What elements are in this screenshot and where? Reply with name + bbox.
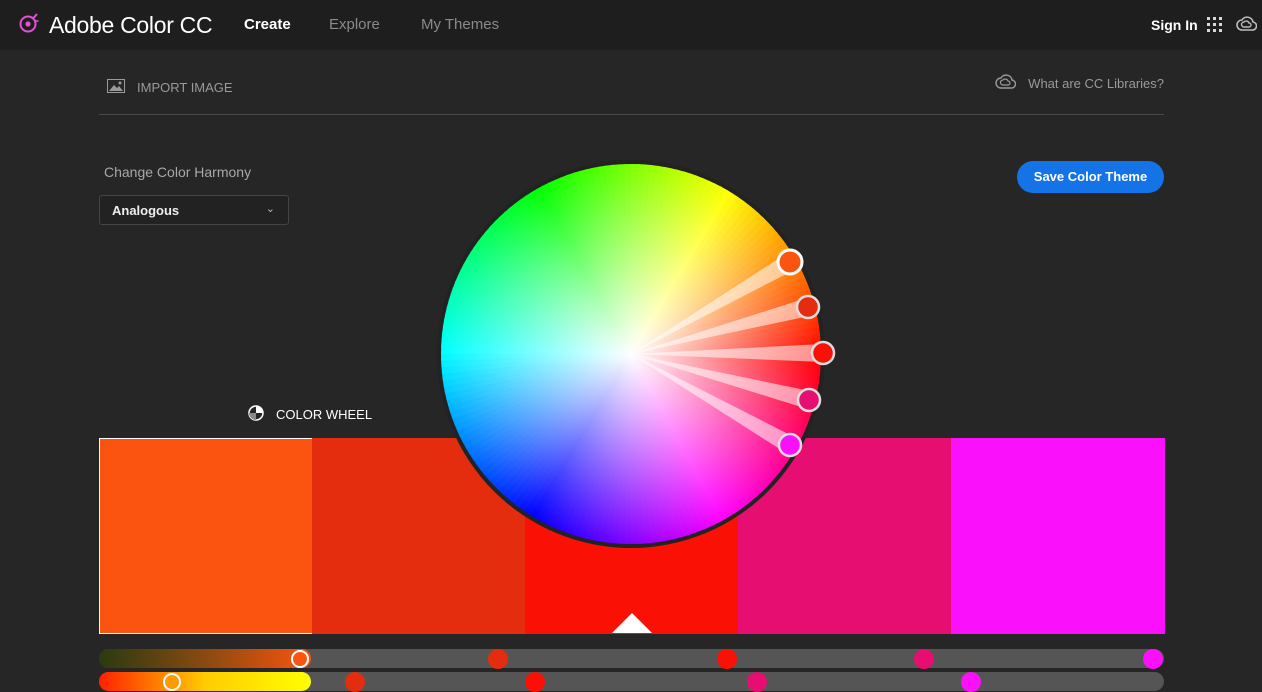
nav-my-themes[interactable]: My Themes — [421, 16, 499, 33]
wheel-handle-3[interactable] — [810, 340, 836, 366]
selected-color-slider[interactable] — [99, 649, 311, 668]
creative-cloud-icon — [994, 73, 1028, 94]
app-title: Adobe Color CC — [49, 12, 213, 38]
slider-knob-10[interactable] — [961, 672, 981, 692]
slider-knob-5[interactable] — [1143, 649, 1163, 669]
cc-libraries-label: What are CC Libraries? — [1028, 75, 1164, 91]
slider-knob-8[interactable] — [525, 672, 545, 692]
tab-import-image[interactable]: IMPORT IMAGE — [107, 60, 233, 114]
selected-saturation-slider[interactable] — [99, 672, 311, 691]
harmony-selected-value: Analogous — [112, 203, 180, 218]
creative-cloud-icon[interactable] — [1235, 14, 1258, 39]
chevron-down-icon: ⌄ — [265, 203, 275, 215]
color-wheel[interactable] — [437, 158, 836, 550]
app-logo[interactable]: Adobe Color CC — [18, 12, 213, 39]
sign-in-link[interactable]: Sign In — [1151, 17, 1198, 33]
nav-create[interactable]: Create — [244, 16, 291, 33]
slider-knob-6[interactable] — [163, 673, 181, 691]
wheel-handle-2[interactable] — [795, 294, 821, 320]
slider-knob-7[interactable] — [345, 672, 365, 692]
base-color-indicator — [612, 613, 652, 633]
save-color-theme-button[interactable]: Save Color Theme — [1017, 161, 1164, 193]
slider-knob-2[interactable] — [488, 649, 508, 669]
swatch-5[interactable] — [951, 438, 1165, 634]
cc-libraries-link[interactable]: What are CC Libraries? — [994, 60, 1164, 106]
harmony-label: Change Color Harmony — [104, 164, 252, 180]
mode-tabs: IMPORT IMAGE COLOR WHEEL What are CC Lib… — [99, 60, 1164, 611]
top-bar: Adobe Color CC Create Explore My Themes … — [0, 0, 1262, 50]
adobe-color-logo-icon — [18, 12, 40, 39]
image-icon — [107, 78, 137, 96]
tab-color-wheel-label: COLOR WHEEL — [276, 406, 373, 422]
slider-knob-3[interactable] — [717, 649, 737, 669]
swatch-1[interactable] — [99, 438, 313, 634]
tab-import-image-label: IMPORT IMAGE — [137, 79, 233, 95]
nav-explore[interactable]: Explore — [329, 16, 380, 33]
wheel-handle-4[interactable] — [796, 387, 822, 413]
slider-knob-1[interactable] — [291, 650, 309, 668]
harmony-select[interactable]: Analogous ⌄ — [99, 195, 289, 225]
wheel-handle-5[interactable] — [777, 432, 803, 458]
wheel-handle-1[interactable] — [776, 248, 804, 276]
slider-knob-4[interactable] — [914, 649, 934, 669]
app-grid-icon[interactable] — [1207, 17, 1222, 32]
color-wheel-icon — [248, 404, 276, 424]
slider-knob-9[interactable] — [747, 672, 767, 692]
